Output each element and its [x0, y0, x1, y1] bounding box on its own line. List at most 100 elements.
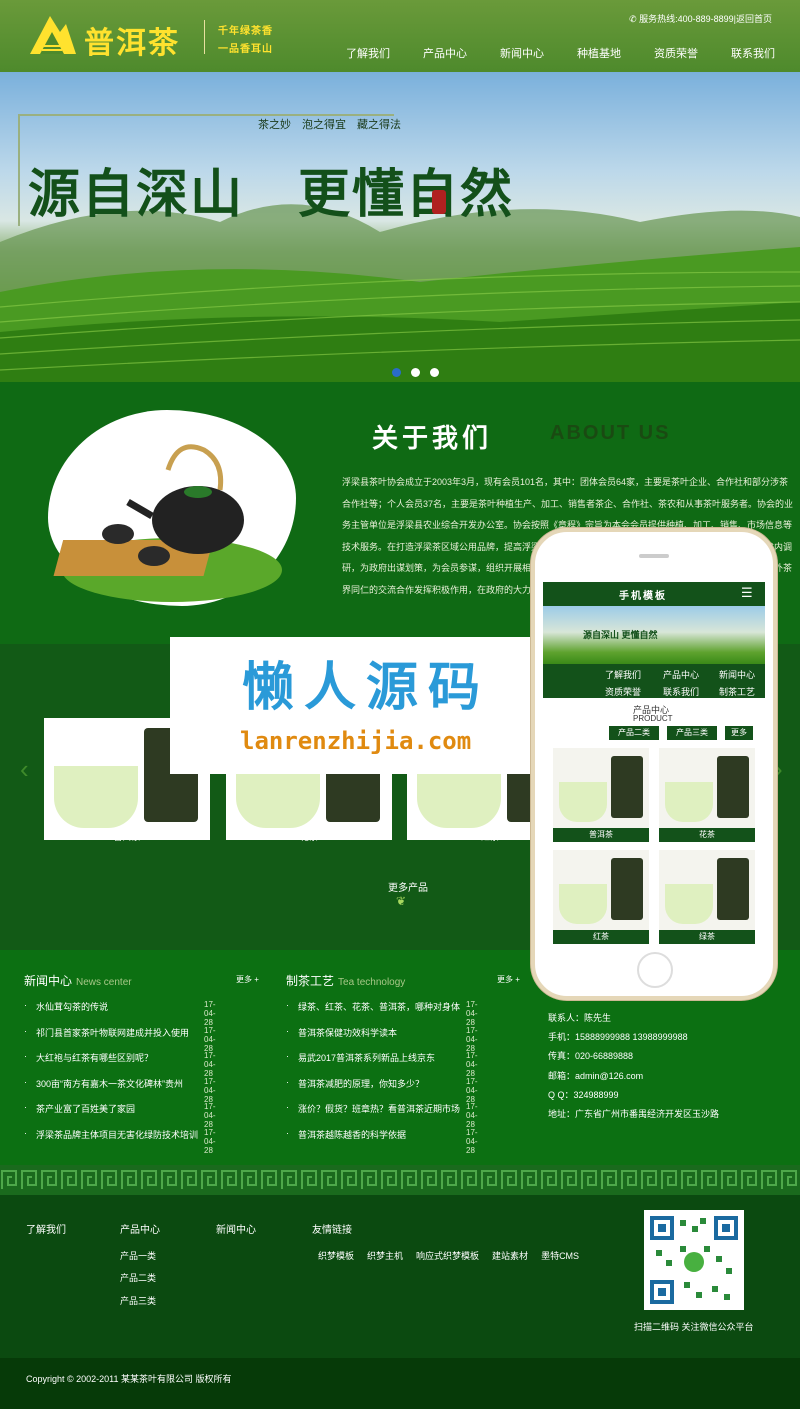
craft-date: 17-04-28 — [466, 1076, 478, 1104]
footer-link[interactable]: 产品二类 — [120, 1271, 156, 1284]
mobile-product-card[interactable] — [553, 748, 649, 828]
news-item[interactable]: 浮梁茶品牌主体项目无害化绿防技术培训 — [36, 1128, 216, 1141]
news-item[interactable]: 300亩“南方有嘉木一茶文化碑林”贵州 — [36, 1077, 216, 1090]
friend-link[interactable]: 织梦模板 — [318, 1249, 354, 1262]
mobile-product-name[interactable]: 普洱茶 — [553, 828, 649, 842]
friend-link[interactable]: 建站素材 — [492, 1249, 528, 1262]
footer-col-news[interactable]: 新闻中心 — [216, 1221, 256, 1236]
nav-item-about[interactable]: 了解我们 — [346, 45, 423, 61]
watermark-cn: 懒人源码 — [242, 659, 491, 717]
seal-icon — [432, 190, 446, 214]
arrow-left-icon[interactable]: ‹ — [20, 754, 29, 785]
more-products-link[interactable]: 更多产品 — [388, 879, 428, 894]
news-date: 17-04-28 — [204, 1127, 216, 1155]
news-item[interactable]: 大红袍与红茶有哪些区别呢？ — [36, 1051, 216, 1064]
banner-small-title: 茶之妙 泡之得宜 藏之得法 — [258, 118, 401, 131]
menu-icon[interactable]: ☰ — [741, 585, 753, 601]
news-item[interactable]: 水仙茸勾茶的传说 — [36, 1000, 216, 1013]
mobile-nav-item[interactable]: 了解我们 — [605, 668, 641, 681]
nav-item-plantation[interactable]: 种植基地 — [577, 45, 654, 61]
mobile-nav-item[interactable]: 联系我们 — [663, 685, 699, 698]
copyright-text: Copyright © 2002-2011 某某茶叶有限公司 版权所有 — [26, 1374, 232, 1384]
nav-item-products[interactable]: 产品中心 — [423, 45, 500, 61]
footer-link[interactable]: 产品三类 — [120, 1294, 156, 1307]
mobile-nav-item[interactable]: 制茶工艺 — [719, 685, 755, 698]
craft-date: 17-04-28 — [466, 1025, 478, 1053]
news-date: 17-04-28 — [204, 1076, 216, 1104]
craft-date: 17-04-28 — [466, 1051, 478, 1078]
mobile-product-name[interactable]: 红茶 — [553, 930, 649, 944]
logo-divider — [204, 20, 205, 54]
news-date: 17-04-28 — [204, 1102, 216, 1129]
product-name[interactable]: 普洱茶 — [44, 830, 210, 843]
tea-cup-image — [236, 766, 320, 828]
craft-item[interactable]: 普洱茶保健功效科学读本 — [298, 1026, 466, 1039]
mobile-product-name[interactable]: 绿茶 — [659, 930, 755, 944]
mobile-tab[interactable]: 更多 — [725, 726, 753, 740]
craft-item[interactable]: 绿茶、红茶、花茶、普洱茶，哪种对身体 — [298, 1000, 466, 1013]
footer-col-about[interactable]: 了解我们 — [26, 1221, 66, 1236]
logo-mountain-icon[interactable] — [28, 10, 78, 56]
friend-links: 织梦模板 织梦主机 响应式织梦模板 建站素材 墨特CMS — [318, 1249, 579, 1262]
nav-item-honors[interactable]: 资质荣誉 — [654, 45, 731, 61]
leaf-icon: ❦ — [396, 894, 407, 908]
news-date: 17-04-28 — [204, 1051, 216, 1078]
news-item[interactable]: 茶产业富了百姓美了家园 — [36, 1102, 216, 1115]
mobile-title: 手机模板 — [619, 591, 667, 602]
news-item[interactable]: 祁门县首家茶叶物联网建成并投入使用 — [36, 1026, 216, 1039]
news-date: 17-04-28 — [204, 1000, 216, 1027]
contact-qq: Q Q：324988999 — [548, 1089, 619, 1100]
craft-date: 17-04-28 — [466, 1000, 478, 1027]
craft-title: 制茶工艺 Tea technology — [286, 974, 406, 988]
qr-code — [644, 1210, 744, 1310]
tea-cup-image — [54, 766, 138, 828]
friend-link[interactable]: 响应式织梦模板 — [416, 1249, 479, 1262]
news-more-link[interactable]: 更多 + — [236, 974, 259, 985]
friend-link[interactable]: 墨特CMS — [541, 1249, 579, 1262]
contact-mobile: 手机：15888999988 13988999988 — [548, 1032, 688, 1043]
mobile-tab[interactable]: 产品三类 — [667, 726, 717, 740]
hotline-text[interactable]: 服务热线:400-889-8899|返回首页 — [639, 14, 772, 24]
mobile-nav-item[interactable]: 新闻中心 — [719, 668, 755, 681]
craft-item[interactable]: 涨价？假货？班章热？看普洱茶近期市场 — [298, 1102, 466, 1115]
hero-banner[interactable]: 茶之妙 泡之得宜 藏之得法 源自深山 更懂自然 — [0, 72, 800, 382]
craft-item[interactable]: 普洱茶减肥的原理，你知多少？ — [298, 1077, 466, 1090]
mobile-nav-item[interactable]: 产品中心 — [663, 668, 699, 681]
watermark-url: lanrenzhijia.com — [240, 727, 472, 755]
craft-item[interactable]: 普洱茶越陈越香的科学依据 — [298, 1128, 466, 1141]
mobile-tab[interactable]: 产品二类 — [609, 726, 659, 740]
logo-text[interactable]: 普洱茶 — [84, 18, 180, 62]
phone-screen: 手机模板 ☰ 源自深山 更懂自然 了解我们 产品中心 新闻中心 资质荣誉 联系我… — [543, 582, 765, 944]
contact-address: 地址：广东省广州市番禺经济开发区玉沙路 — [548, 1109, 720, 1120]
hotline: ✆ 服务热线:400-889-8899|返回首页 — [629, 12, 772, 25]
nav-item-contact[interactable]: 联系我们 — [731, 45, 800, 61]
mobile-product-card[interactable] — [659, 748, 755, 828]
slider-dot[interactable] — [411, 368, 420, 377]
product-name[interactable]: 花茶 — [226, 830, 392, 843]
slogan-line-1: 千年绿茶香 — [218, 26, 273, 37]
mobile-product-card[interactable] — [553, 850, 649, 930]
slogan-line-2: 一品香耳山 — [218, 44, 273, 55]
mobile-product-name[interactable]: 花茶 — [659, 828, 755, 842]
nav-item-news[interactable]: 新闻中心 — [500, 45, 577, 61]
footer-link[interactable]: 产品一类 — [120, 1249, 156, 1262]
phone-icon: ✆ — [629, 14, 640, 24]
friend-link[interactable]: 织梦主机 — [367, 1249, 403, 1262]
tea-cup-image — [417, 766, 501, 828]
contact-person: 联系人：陈先生 — [548, 1013, 612, 1023]
slider-dot[interactable] — [430, 368, 439, 377]
phone-speaker — [639, 554, 669, 558]
craft-date: 17-04-28 — [466, 1102, 478, 1129]
contact-email: 邮箱：admin@126.com — [548, 1070, 644, 1081]
mobile-nav-item[interactable]: 资质荣誉 — [605, 685, 641, 698]
mobile-product-card[interactable] — [659, 850, 755, 930]
about-title: 关于我们 — [372, 424, 493, 454]
teapot-image — [48, 410, 296, 606]
slider-dot[interactable] — [392, 368, 401, 377]
footer-col-products[interactable]: 产品中心 — [120, 1221, 160, 1236]
contact-fax: 传真：020-66889888 — [548, 1051, 634, 1062]
craft-item[interactable]: 易武2017普洱茶系列新品上线京东 — [298, 1051, 466, 1064]
mobile-section-en: PRODUCT — [633, 714, 673, 723]
craft-more-link[interactable]: 更多 + — [497, 974, 520, 985]
qr-caption: 扫描二维码 关注微信公众平台 — [634, 1322, 754, 1332]
